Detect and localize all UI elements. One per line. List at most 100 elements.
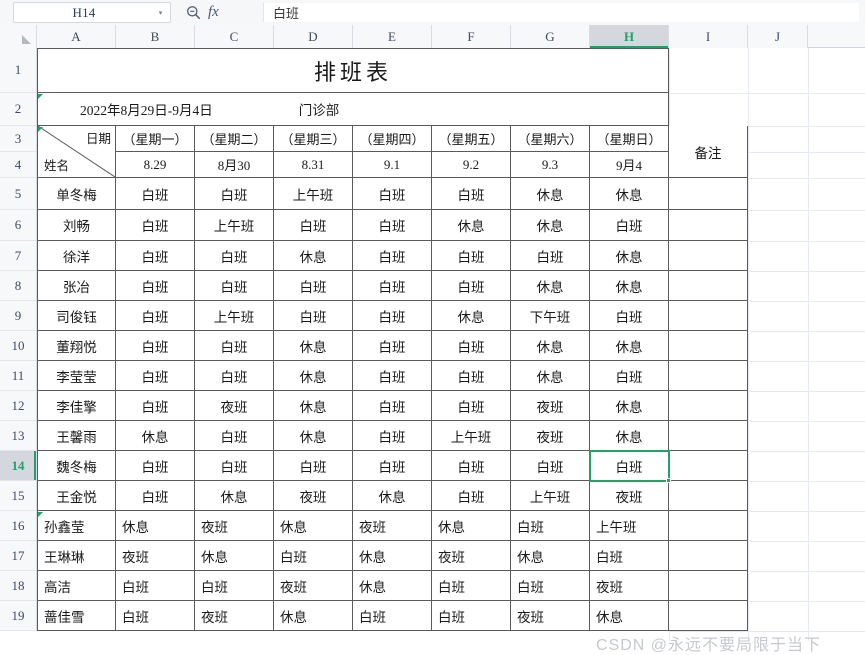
employee-name[interactable]: 蔷佳雪 bbox=[37, 601, 116, 631]
shift-cell[interactable]: 白班 bbox=[195, 241, 274, 271]
shift-cell[interactable]: 白班 bbox=[116, 271, 195, 301]
shift-cell[interactable]: 休息 bbox=[195, 481, 274, 511]
row-header-14[interactable]: 14 bbox=[0, 451, 37, 481]
shift-cell[interactable]: 白班 bbox=[432, 178, 511, 210]
day-date-2[interactable]: 8月30 bbox=[195, 152, 274, 178]
shift-cell[interactable]: 白班 bbox=[353, 241, 432, 271]
shift-cell[interactable]: 白班 bbox=[353, 391, 432, 421]
shift-cell[interactable]: 白班 bbox=[116, 601, 195, 631]
shift-cell[interactable]: 白班 bbox=[116, 210, 195, 241]
shift-cell[interactable]: 休息 bbox=[432, 301, 511, 331]
shift-cell[interactable]: 上午班 bbox=[274, 178, 353, 210]
shift-cell[interactable]: 上午班 bbox=[195, 210, 274, 241]
shift-cell[interactable]: 夜班 bbox=[590, 571, 669, 601]
employee-name[interactable]: 王琳琳 bbox=[37, 541, 116, 571]
employee-name[interactable]: 司俊钰 bbox=[37, 301, 116, 331]
shift-cell[interactable]: 夜班 bbox=[274, 571, 353, 601]
shift-cell[interactable]: 夜班 bbox=[274, 481, 353, 511]
shift-cell[interactable]: 白班 bbox=[590, 301, 669, 331]
remark-cell[interactable] bbox=[669, 210, 748, 241]
day-date-4[interactable]: 9.1 bbox=[353, 152, 432, 178]
shift-cell[interactable]: 白班 bbox=[116, 361, 195, 391]
day-name-1[interactable]: （星期一） bbox=[116, 126, 195, 152]
shift-cell[interactable]: 休息 bbox=[274, 331, 353, 361]
employee-name[interactable]: 王金悦 bbox=[37, 481, 116, 511]
column-header-b[interactable]: B bbox=[116, 25, 195, 48]
shift-cell[interactable]: 白班 bbox=[353, 451, 432, 481]
shift-cell[interactable]: 休息 bbox=[432, 511, 511, 541]
day-name-4[interactable]: （星期四） bbox=[353, 126, 432, 152]
shift-cell[interactable]: 白班 bbox=[274, 301, 353, 331]
row-header-15[interactable]: 15 bbox=[0, 481, 37, 511]
shift-cell[interactable]: 白班 bbox=[116, 301, 195, 331]
select-all-corner[interactable] bbox=[0, 25, 37, 48]
shift-cell[interactable]: 白班 bbox=[274, 451, 353, 481]
shift-cell[interactable]: 休息 bbox=[511, 210, 590, 241]
shift-cell[interactable]: 休息 bbox=[274, 601, 353, 631]
row-header-10[interactable]: 10 bbox=[0, 331, 37, 361]
shift-cell[interactable]: 白班 bbox=[195, 271, 274, 301]
shift-cell[interactable]: 休息 bbox=[274, 361, 353, 391]
column-header-e[interactable]: E bbox=[353, 25, 432, 48]
remark-cell[interactable] bbox=[669, 361, 748, 391]
shift-cell[interactable]: 休息 bbox=[590, 331, 669, 361]
remark-cell[interactable] bbox=[669, 178, 748, 210]
row-header-17[interactable]: 17 bbox=[0, 541, 37, 571]
shift-cell[interactable]: 白班 bbox=[116, 331, 195, 361]
column-header-a[interactable]: A bbox=[37, 25, 116, 48]
day-date-3[interactable]: 8.31 bbox=[274, 152, 353, 178]
remark-cell[interactable] bbox=[669, 241, 748, 271]
shift-cell[interactable]: 休息 bbox=[590, 421, 669, 451]
shift-cell[interactable]: 夜班 bbox=[432, 541, 511, 571]
day-date-6[interactable]: 9.3 bbox=[511, 152, 590, 178]
row-header-7[interactable]: 7 bbox=[0, 241, 37, 271]
shift-cell[interactable]: 白班 bbox=[274, 541, 353, 571]
shift-cell[interactable]: 下午班 bbox=[511, 301, 590, 331]
shift-cell[interactable]: 白班 bbox=[353, 601, 432, 631]
shift-cell[interactable]: 白班 bbox=[353, 178, 432, 210]
employee-name[interactable]: 刘畅 bbox=[37, 210, 116, 241]
employee-name[interactable]: 李佳擎 bbox=[37, 391, 116, 421]
employee-name[interactable]: 单冬梅 bbox=[37, 178, 116, 210]
shift-cell[interactable]: 夜班 bbox=[353, 511, 432, 541]
shift-cell[interactable]: 白班 bbox=[590, 451, 669, 481]
remark-cell[interactable] bbox=[669, 391, 748, 421]
row-header-1[interactable]: 1 bbox=[0, 48, 37, 93]
remarks-header[interactable]: 备注 bbox=[669, 126, 748, 178]
shift-cell[interactable]: 休息 bbox=[274, 241, 353, 271]
shift-cell[interactable]: 白班 bbox=[432, 451, 511, 481]
shift-cell[interactable]: 休息 bbox=[590, 601, 669, 631]
shift-cell[interactable]: 白班 bbox=[511, 451, 590, 481]
formula-input[interactable]: 白班 bbox=[263, 3, 859, 22]
employee-name[interactable]: 李莹莹 bbox=[37, 361, 116, 391]
shift-cell[interactable]: 白班 bbox=[432, 361, 511, 391]
day-name-5[interactable]: （星期五） bbox=[432, 126, 511, 152]
day-date-5[interactable]: 9.2 bbox=[432, 152, 511, 178]
remark-cell[interactable] bbox=[669, 481, 748, 511]
shift-cell[interactable]: 白班 bbox=[353, 301, 432, 331]
employee-name[interactable]: 孙鑫莹 bbox=[37, 511, 116, 541]
shift-cell[interactable]: 白班 bbox=[432, 481, 511, 511]
employee-name[interactable]: 王馨雨 bbox=[37, 421, 116, 451]
shift-cell[interactable]: 夜班 bbox=[195, 511, 274, 541]
shift-cell[interactable]: 休息 bbox=[274, 391, 353, 421]
shift-cell[interactable]: 休息 bbox=[274, 511, 353, 541]
row-header-3[interactable]: 3 bbox=[0, 126, 37, 152]
shift-cell[interactable]: 休息 bbox=[511, 331, 590, 361]
shift-cell[interactable]: 白班 bbox=[353, 271, 432, 301]
shift-cell[interactable]: 夜班 bbox=[195, 391, 274, 421]
shift-cell[interactable]: 白班 bbox=[511, 571, 590, 601]
remark-cell[interactable] bbox=[669, 271, 748, 301]
shift-cell[interactable]: 白班 bbox=[353, 361, 432, 391]
remark-cell[interactable] bbox=[669, 301, 748, 331]
day-name-2[interactable]: （星期二） bbox=[195, 126, 274, 152]
day-name-3[interactable]: （星期三） bbox=[274, 126, 353, 152]
remark-cell[interactable] bbox=[669, 571, 748, 601]
shift-cell[interactable]: 白班 bbox=[432, 271, 511, 301]
fill-handle[interactable] bbox=[666, 478, 671, 483]
shift-cell[interactable]: 白班 bbox=[590, 541, 669, 571]
row-header-9[interactable]: 9 bbox=[0, 301, 37, 331]
shift-cell[interactable]: 白班 bbox=[116, 451, 195, 481]
shift-cell[interactable]: 白班 bbox=[195, 451, 274, 481]
shift-cell[interactable]: 白班 bbox=[432, 241, 511, 271]
